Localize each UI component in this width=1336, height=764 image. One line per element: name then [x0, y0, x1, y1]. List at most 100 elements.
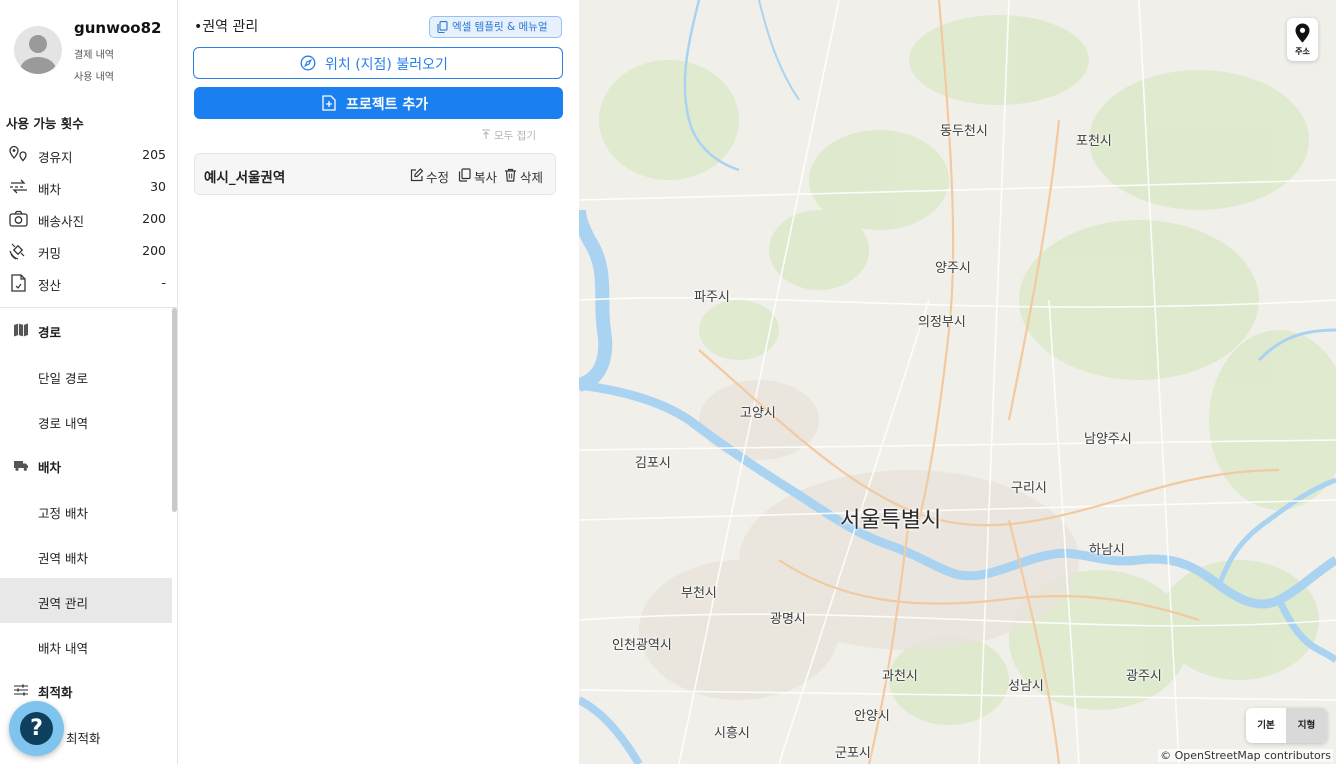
- city-label: 동두천시: [940, 124, 988, 139]
- city-label: 부천시: [681, 586, 717, 601]
- map-view[interactable]: 동두천시 포천시 양주시 파주시 의정부시 고양시 남양주시 김포시 구리시 서…: [579, 0, 1336, 764]
- add-project-button[interactable]: 프로젝트 추가: [194, 87, 563, 119]
- map-pin-icon: [1295, 23, 1310, 43]
- preset-copy-button[interactable]: 복사: [458, 167, 497, 186]
- username: gunwoo82: [74, 19, 162, 37]
- city-label: 안양시: [854, 709, 890, 724]
- city-label: 광명시: [770, 612, 806, 627]
- usage-row-settlement: 정산 -: [8, 272, 166, 294]
- usage-value: 30: [150, 179, 166, 194]
- usage-history-link[interactable]: 사용 내역: [74, 68, 114, 83]
- excel-template-button[interactable]: 엑셀 템플릿 & 메뉴얼: [429, 16, 562, 38]
- usage-value: 200: [142, 211, 166, 226]
- usage-row-waypoint: 경유지 205: [8, 144, 166, 166]
- sliders-icon: [14, 684, 28, 696]
- nav-section-label: 경로: [38, 325, 62, 340]
- copy-icon: [458, 168, 471, 182]
- nav-item-label: 권역 배차: [38, 551, 88, 566]
- panel-title: •권역 관리: [194, 19, 259, 35]
- trash-icon: [505, 168, 516, 182]
- add-project-label: 프로젝트 추가: [346, 97, 429, 113]
- nav-item-label: 단일 경로: [38, 371, 88, 386]
- city-label: 인천광역시: [612, 638, 672, 653]
- map-tiles[interactable]: [579, 0, 1336, 764]
- collapse-icon: [482, 129, 490, 139]
- usage-value: 205: [142, 147, 166, 162]
- satellite-icon: [9, 243, 25, 260]
- city-label: 의정부시: [918, 315, 966, 330]
- nav-item-label: 경로 내역: [38, 416, 88, 431]
- nav-item-single-route[interactable]: 단일 경로: [0, 353, 172, 398]
- usage-label: 커밍: [38, 246, 62, 261]
- nav-section-label: 최적화: [38, 685, 73, 700]
- preset-name: 예시_서울권역: [204, 170, 286, 186]
- address-label: 주소: [1295, 47, 1310, 56]
- nav-item-zone-dispatch[interactable]: 권역 배차: [0, 533, 172, 578]
- edit-icon: [410, 168, 423, 182]
- usage-value: 200: [142, 243, 166, 258]
- copy-icon: [437, 21, 448, 33]
- compass-icon: [300, 55, 316, 71]
- nav-item-route-history[interactable]: 경로 내역: [0, 398, 172, 443]
- load-location-button[interactable]: 위치 (지점) 불러오기: [193, 47, 563, 79]
- city-label: 과천시: [882, 669, 918, 684]
- city-label: 고양시: [740, 406, 776, 421]
- map-type-toggle: 기본 지형: [1246, 708, 1327, 743]
- city-label: 파주시: [694, 290, 730, 305]
- load-location-label: 위치 (지점) 불러오기: [325, 57, 448, 73]
- city-label: 김포시: [635, 456, 671, 471]
- nav-item-label: 권역 관리: [38, 596, 88, 611]
- nav-item-dispatch-history[interactable]: 배차 내역: [0, 623, 172, 668]
- help-button[interactable]: ?: [9, 701, 64, 756]
- nav-item-fixed-dispatch[interactable]: 고정 배차: [0, 488, 172, 533]
- usage-value: -: [161, 275, 166, 290]
- preset-edit-label: 수정: [426, 170, 450, 185]
- preset-delete-button[interactable]: 삭제: [504, 167, 543, 186]
- nav-section-label: 배차: [38, 460, 62, 475]
- preset-edit-button[interactable]: 수정: [410, 167, 449, 186]
- nav-item-zone-management[interactable]: 권역 관리: [0, 578, 172, 623]
- dispatch-icon: [10, 179, 27, 194]
- map-type-basic[interactable]: 기본: [1246, 708, 1286, 743]
- city-label: 포천시: [1076, 134, 1112, 149]
- excel-template-label: 엑셀 템플릿 & 메뉴얼: [452, 21, 548, 33]
- help-icon: ?: [20, 712, 53, 745]
- city-label: 하남시: [1089, 543, 1125, 558]
- usage-label: 배차: [38, 182, 62, 197]
- nav-item-label: 최적화: [66, 731, 101, 746]
- nav-item-label: 배차 내역: [38, 641, 88, 656]
- map-type-terrain[interactable]: 지형: [1286, 708, 1327, 743]
- usage-row-coming: 커밍 200: [8, 240, 166, 262]
- sidebar-scrollbar[interactable]: [172, 308, 177, 512]
- file-plus-icon: [322, 95, 336, 111]
- usage-title: 사용 가능 횟수: [6, 116, 84, 131]
- usage-label: 경유지: [38, 150, 73, 165]
- collapse-all-button[interactable]: 모두 접기: [482, 128, 536, 143]
- usage-row-dispatch: 배차 30: [8, 176, 166, 198]
- preset-delete-label: 삭제: [520, 170, 544, 185]
- payment-history-link[interactable]: 결제 내역: [74, 46, 114, 61]
- nav-item-label: 고정 배차: [38, 506, 88, 521]
- city-label: 시흥시: [714, 726, 750, 741]
- avatar[interactable]: [14, 26, 62, 74]
- profile-section: gunwoo82 결제 내역 사용 내역: [0, 0, 177, 96]
- city-label: 남양주시: [1084, 432, 1132, 447]
- address-search-button[interactable]: 주소: [1287, 18, 1318, 61]
- city-label-seoul: 서울특별시: [840, 508, 942, 533]
- usage-label: 정산: [38, 278, 62, 293]
- preset-card[interactable]: 예시_서울권역 수정 복사 삭제: [194, 153, 556, 195]
- settlement-icon: [11, 274, 26, 292]
- city-label: 광주시: [1126, 669, 1162, 684]
- city-label: 양주시: [935, 261, 971, 276]
- waypoint-icon: [9, 145, 27, 162]
- collapse-all-label: 모두 접기: [494, 130, 536, 142]
- map-icon: [14, 323, 28, 337]
- map-attribution[interactable]: © OpenStreetMap contributors: [1158, 749, 1333, 762]
- nav-section-route[interactable]: 경로: [0, 308, 172, 353]
- nav-section-dispatch[interactable]: 배차: [0, 443, 172, 488]
- camera-icon: [9, 210, 28, 227]
- city-label: 성남시: [1008, 679, 1044, 694]
- truck-icon: [14, 461, 28, 471]
- usage-row-photo: 배송사진 200: [8, 208, 166, 230]
- zone-management-panel: •권역 관리 엑셀 템플릿 & 메뉴얼 위치 (지점) 불러오기 프로젝트 추가…: [178, 0, 579, 764]
